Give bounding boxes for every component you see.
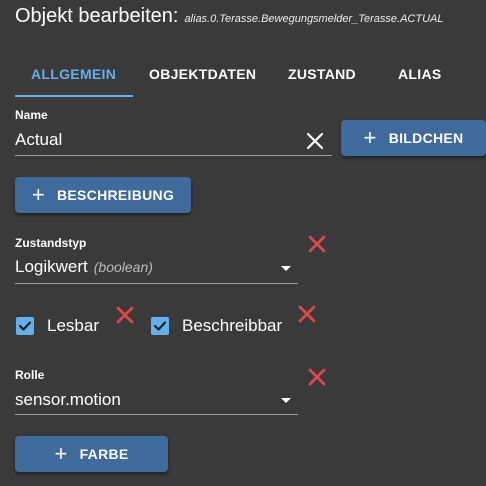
tab-zustand[interactable]: ZUSTAND <box>288 66 356 82</box>
delete-write-icon[interactable] <box>296 303 318 325</box>
role-value: sensor.motion <box>15 390 121 409</box>
active-tab-indicator <box>15 95 133 97</box>
dialog-title: Objekt bearbeiten: alias.0.Terasse.Bewegu… <box>15 5 443 28</box>
tab-objektdaten[interactable]: OBJEKTDATEN <box>149 66 256 82</box>
chevron-down-icon[interactable] <box>281 398 291 403</box>
tab-allgemein[interactable]: ALLGEMEIN <box>31 66 116 82</box>
add-description-button[interactable]: + BESCHREIBUNG <box>15 177 191 213</box>
add-image-button[interactable]: + BILDCHEN <box>341 120 486 156</box>
state-type-underline <box>15 283 298 284</box>
tab-alias[interactable]: ALIAS <box>398 66 442 82</box>
add-color-label: FARBE <box>79 446 129 462</box>
read-checkbox-label[interactable]: Lesbar <box>47 316 99 336</box>
name-input-underline <box>15 155 332 156</box>
checkmark-icon <box>18 321 32 331</box>
state-type-select[interactable]: Logikwert (boolean) <box>15 257 153 277</box>
read-checkbox[interactable] <box>16 317 34 335</box>
object-id: alias.0.Terasse.Bewegungsmelder_Terasse.… <box>184 13 444 25</box>
checkmark-icon <box>153 321 167 331</box>
delete-role-icon[interactable] <box>306 366 328 388</box>
role-underline <box>15 414 298 415</box>
plus-icon: + <box>31 182 45 207</box>
add-image-label: BILDCHEN <box>388 130 464 146</box>
delete-read-icon[interactable] <box>114 304 136 326</box>
role-select[interactable]: sensor.motion <box>15 390 121 410</box>
state-type-label: Zustandstyp <box>15 236 87 250</box>
state-type-value: Logikwert <box>15 257 88 276</box>
state-type-hint: (boolean) <box>93 259 153 275</box>
name-input[interactable]: Actual <box>15 130 62 150</box>
plus-icon: + <box>54 441 68 466</box>
write-checkbox[interactable] <box>151 317 169 335</box>
name-label: Name <box>15 108 48 122</box>
add-color-button[interactable]: + FARBE <box>15 436 168 472</box>
role-label: Rolle <box>15 368 45 382</box>
add-description-label: BESCHREIBUNG <box>56 187 175 203</box>
delete-state-type-icon[interactable] <box>306 233 328 255</box>
write-checkbox-label[interactable]: Beschreibbar <box>182 316 282 336</box>
chevron-down-icon[interactable] <box>281 266 291 271</box>
close-icon[interactable] <box>305 131 325 151</box>
dialog-title-text: Objekt bearbeiten: <box>15 5 179 27</box>
plus-icon: + <box>363 125 377 150</box>
